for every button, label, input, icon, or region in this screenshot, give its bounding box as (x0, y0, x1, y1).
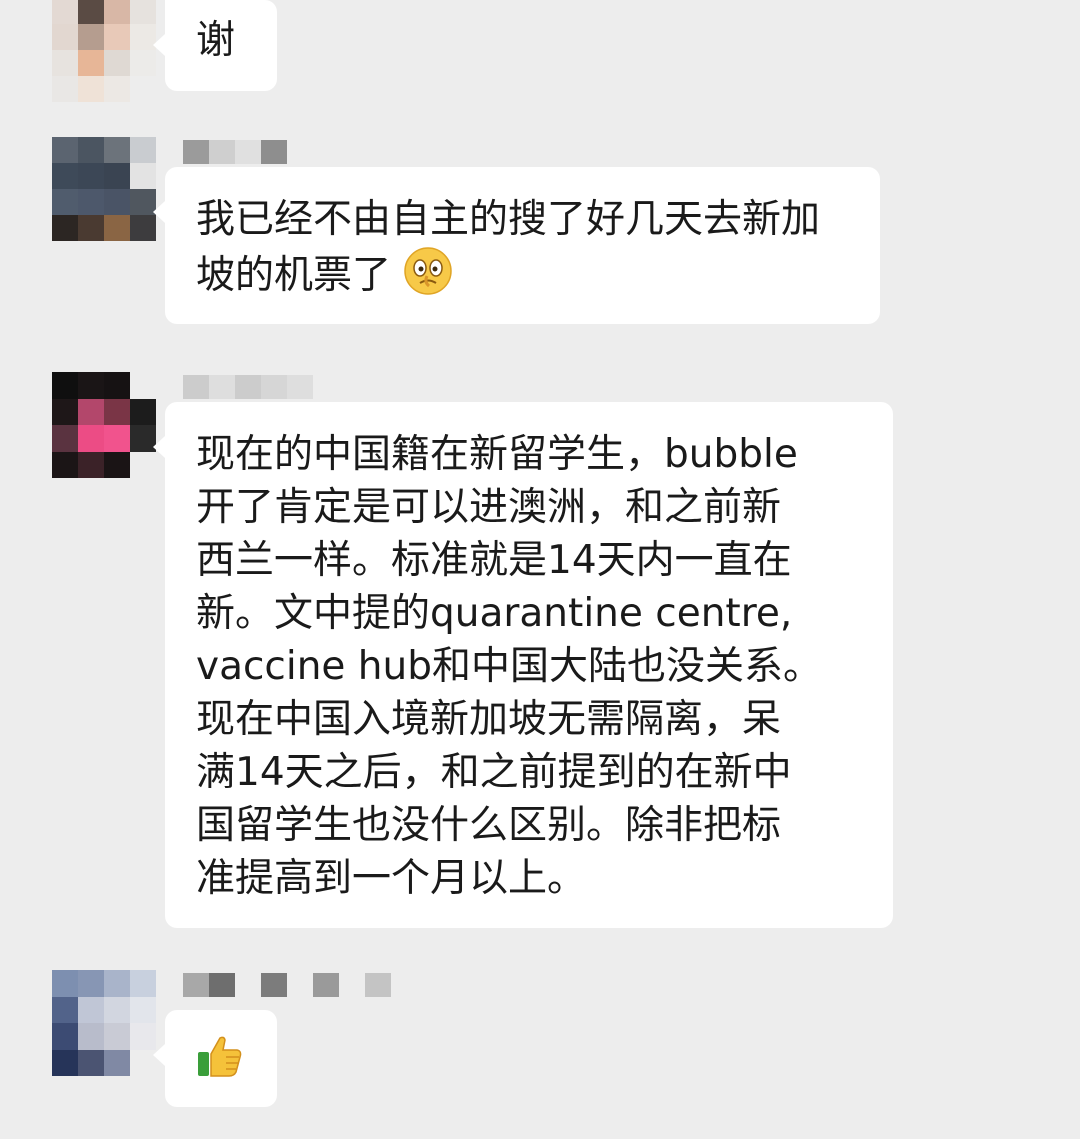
message-line: 准提高到一个月以上。 (196, 856, 587, 901)
message-line: 现在的中国籍在新留学生，bubble (196, 432, 798, 477)
message-line: 国留学生也没什么区别。除非把标 (196, 803, 782, 848)
message-line: vaccine hub和中国大陆也没关系。 (196, 644, 822, 689)
message-text: 谢 (196, 18, 236, 63)
avatar[interactable] (52, 137, 156, 241)
message-line: 开了肯定是可以进澳洲，和之前新 (196, 485, 782, 530)
message-line: 满14天之后，和之前提到的在新中 (196, 750, 792, 795)
message-bubble[interactable] (153, 1010, 277, 1107)
message-line: 新。文中提的quarantine centre, (196, 591, 793, 636)
nickname (183, 375, 313, 399)
message-bubble[interactable]: 现在的中国籍在新留学生，bubble 开了肯定是可以进澳洲，和之前新 西兰一样。… (153, 402, 893, 928)
message-bubble[interactable]: 谢 (153, 0, 277, 91)
nickname (183, 973, 391, 997)
thumbs-up-icon (198, 1036, 242, 1077)
message-bubble[interactable]: 我已经不由自主的搜了好几天去新加坡的机票了 (153, 167, 880, 324)
avatar[interactable] (52, 0, 156, 102)
avatar[interactable] (52, 970, 156, 1076)
thinking-face-icon (404, 247, 453, 295)
message-line: 现在中国入境新加坡无需隔离，呆 (196, 697, 782, 742)
nickname (183, 140, 287, 164)
avatar[interactable] (52, 372, 156, 478)
message-line: 西兰一样。标准就是14天内一直在 (196, 538, 792, 583)
message-text: 我已经不由自主的搜了好几天去新加坡的机票了 (196, 197, 821, 298)
